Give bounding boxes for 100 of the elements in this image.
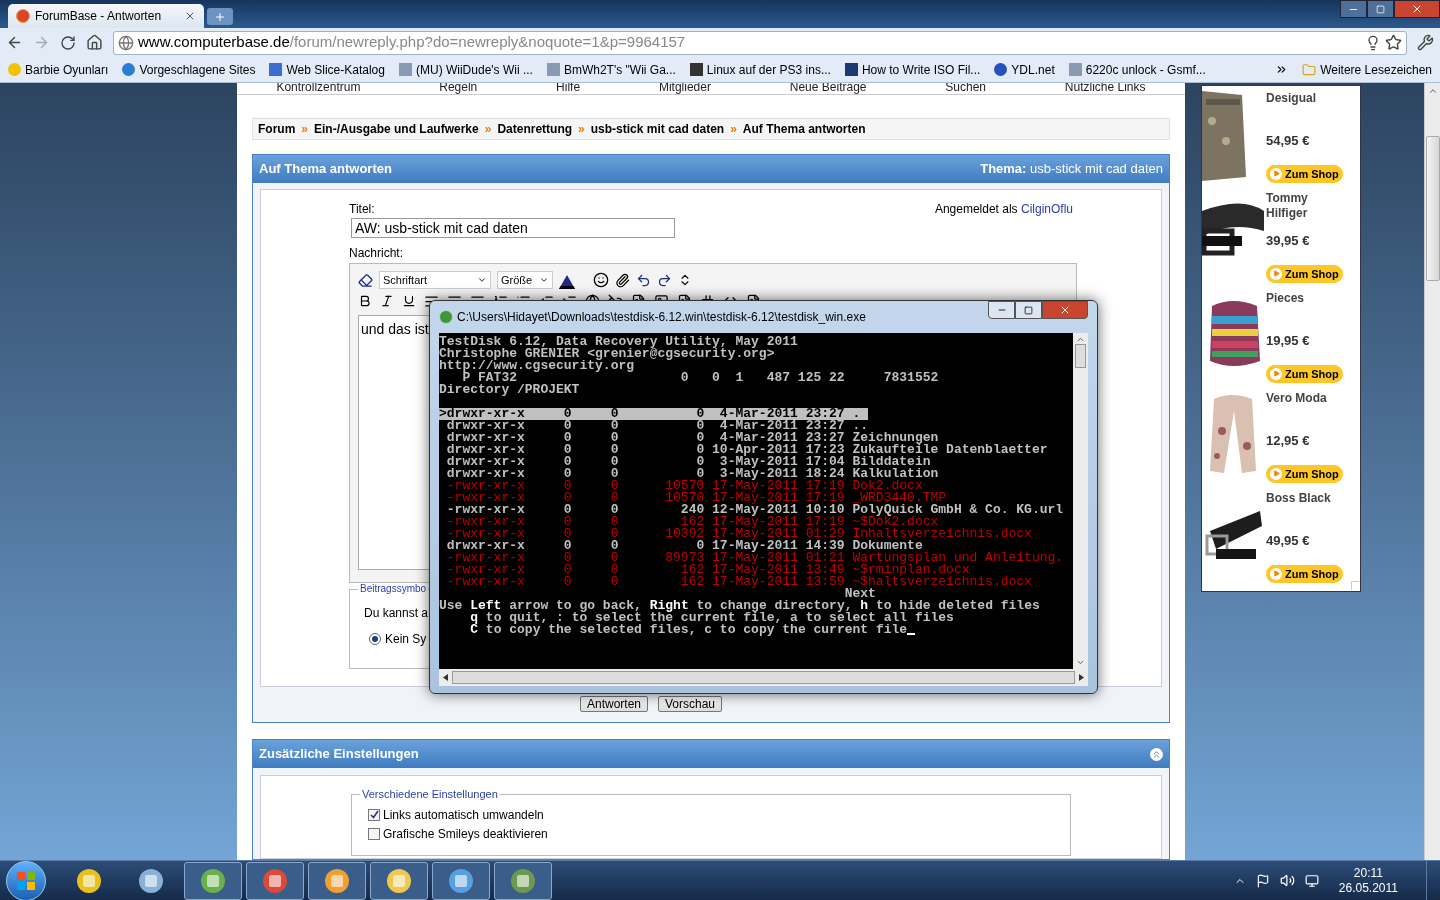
home-icon[interactable] [86,34,103,51]
bookmark[interactable]: BmWh2T's "Wii Ga... [546,60,676,79]
user-link[interactable]: CilginOflu [1020,202,1073,216]
minimize-button[interactable] [988,301,1015,319]
bookmark[interactable]: (MU) WiiDude's Wii ... [398,60,533,79]
bookmarks-folder[interactable]: Weitere Lesezeichen [1320,60,1432,79]
taskbar-button[interactable] [370,861,428,900]
shop-button[interactable]: Zum Shop [1266,164,1343,183]
close-button[interactable] [1394,0,1440,18]
flag-icon[interactable] [1255,873,1270,888]
bookmark[interactable]: 6220c unlock - Gsmf... [1068,60,1206,79]
align-left-icon[interactable] [424,293,439,309]
scrollbar[interactable] [1424,83,1440,860]
scroll-left-icon[interactable] [443,674,448,681]
italic-icon[interactable] [380,294,394,308]
scroll-up-icon[interactable] [1427,86,1438,96]
next-label: Next [844,586,876,601]
bookmark[interactable]: Web Slice-Katalog [269,60,385,79]
ad-item[interactable]: Desigual 54,95 € Zum Shop [1202,86,1360,186]
nav-link[interactable]: Regeln [439,83,478,94]
bookmark[interactable]: Linux auf der PS3 ins... [689,60,831,79]
smiley-icon[interactable] [593,272,609,288]
new-tab-button[interactable] [207,8,233,25]
checkbox[interactable] [368,827,380,840]
taskbar-button[interactable] [184,861,242,900]
scroll-thumb[interactable] [1425,136,1440,281]
breadcrumb-link[interactable]: usb-stick mit cad daten [590,120,725,138]
file-entry[interactable]: drwxr-xr-x 0 0 0 4-Mar-2011 23:27 Zeichnungen [439,432,939,444]
address-bar[interactable]: www.computerbase.de/forum/newreply.php?do=newreply&noquote=1&p=9964157 [113,30,1407,55]
checkbox[interactable] [368,808,380,821]
shop-button[interactable]: Zum Shop [1266,264,1343,283]
file-entry[interactable]: drwxr-xr-x 0 0 0 3-May-2011 18:24 Kalkulation [439,468,939,480]
bold-icon[interactable] [358,294,372,308]
taskbar-button[interactable] [432,861,490,900]
taskbar-button[interactable] [246,861,304,900]
ad-item[interactable]: Vero Moda 12,95 € Zum Shop [1202,386,1360,486]
vertical-scrollbar[interactable] [1073,333,1088,669]
radio-button[interactable] [369,633,381,645]
breadcrumb-link[interactable]: Forum [258,120,296,138]
start-button[interactable] [6,860,46,900]
nav-link[interactable]: Hilfe [556,83,581,94]
close-icon [1059,304,1071,316]
console-line: Directory /PROJEKT [439,384,580,396]
back-icon[interactable] [6,34,23,51]
underline-icon[interactable] [402,294,416,308]
nav-link[interactable]: Kontrollzentrum [276,83,361,94]
maximize-button[interactable] [1367,0,1394,18]
form-button[interactable]: Vorschau [658,696,723,712]
remove-format-icon[interactable] [358,272,373,288]
shop-button[interactable]: Zum Shop [1266,464,1343,483]
nav-link[interactable]: Neue Beiträge [789,83,867,94]
bookmark[interactable]: YDL.net [994,60,1055,79]
breadcrumb-link[interactable]: Ein-/Ausgabe und Laufwerke [314,120,479,138]
reload-icon[interactable] [60,34,76,51]
star-icon[interactable] [1385,34,1402,51]
redo-icon[interactable] [657,272,672,288]
file-entry[interactable]: -rwxr-xr-x 0 0 240 12-May-2011 10:10 PolyQuick GmbH & Co. KG.url [439,504,1064,516]
bookmark[interactable]: Vorgeschlagene Sites [122,60,256,79]
scroll-down-icon[interactable] [1076,658,1085,667]
title-field[interactable]: AW: usb-stick mit cad daten [351,218,675,238]
ad-item[interactable]: Pieces 19,95 € Zum Shop [1202,286,1360,386]
shop-button[interactable]: Zum Shop [1266,564,1343,583]
nav-link[interactable]: Suchen [945,83,986,94]
breadcrumb-separator: » [578,121,585,138]
nav-link[interactable]: Nützliche Links [1064,83,1146,94]
collapse-button[interactable] [1150,747,1163,761]
paperclip-icon[interactable] [615,272,630,288]
undo-icon[interactable] [636,272,651,288]
minimize-button[interactable] [1340,0,1367,18]
lightbulb-icon[interactable] [1365,34,1381,51]
nav-link[interactable]: Mitglieder [658,83,711,94]
file-entry[interactable]: drwxr-xr-x 0 0 0 10-Apr-2011 17:23 Zukaufteile Datenblaetter [439,444,1048,456]
close-icon[interactable] [184,10,196,22]
browser-tab[interactable]: ForumBase - Antworten [8,4,204,28]
scroll-right-icon[interactable] [1079,674,1084,681]
file-entry[interactable]: drwxr-xr-x 0 0 0 17-May-2011 14:39 Dokumente [439,540,923,552]
scroll-thumb[interactable] [1075,344,1086,368]
scroll-up-icon[interactable] [1076,335,1085,344]
file-entry[interactable]: drwxr-xr-x 0 0 0 3-May-2011 17:04 Bilddatein [439,456,931,468]
taskbar-button[interactable] [494,861,552,900]
ad-item[interactable]: Boss Black 49,95 € Zum Shop [1202,486,1360,586]
form-button[interactable]: Antworten [579,696,648,712]
horizontal-scrollbar[interactable] [439,669,1088,686]
file-entry[interactable]: >drwxr-xr-x 0 0 0 4-Mar-2011 23:27 . [439,408,869,420]
file-entry[interactable]: drwxr-xr-x 0 0 0 4-Mar-2011 23:27 .. [439,420,869,432]
size-select[interactable]: Größe [497,271,553,289]
scroll-thumb[interactable] [452,671,1075,684]
wrench-icon[interactable] [1417,34,1434,51]
ad-item[interactable]: Tommy Hilfiger 39,95 € Zum Shop [1202,186,1360,286]
bookmark[interactable]: How to Write ISO Fil... [844,60,981,79]
taskbar-button[interactable] [308,861,366,900]
network-icon[interactable] [1304,873,1319,888]
shop-button[interactable]: Zum Shop [1266,364,1343,383]
maximize-icon [1376,4,1385,14]
maximize-button[interactable] [1015,301,1042,319]
breadcrumb-link[interactable]: Datenrettung [497,120,573,138]
bookmark[interactable]: Barbie Oyunları [8,60,109,79]
price: 12,95 € [1266,432,1311,451]
font-select[interactable]: Schriftart [379,271,491,289]
volume-icon[interactable] [1279,873,1295,888]
